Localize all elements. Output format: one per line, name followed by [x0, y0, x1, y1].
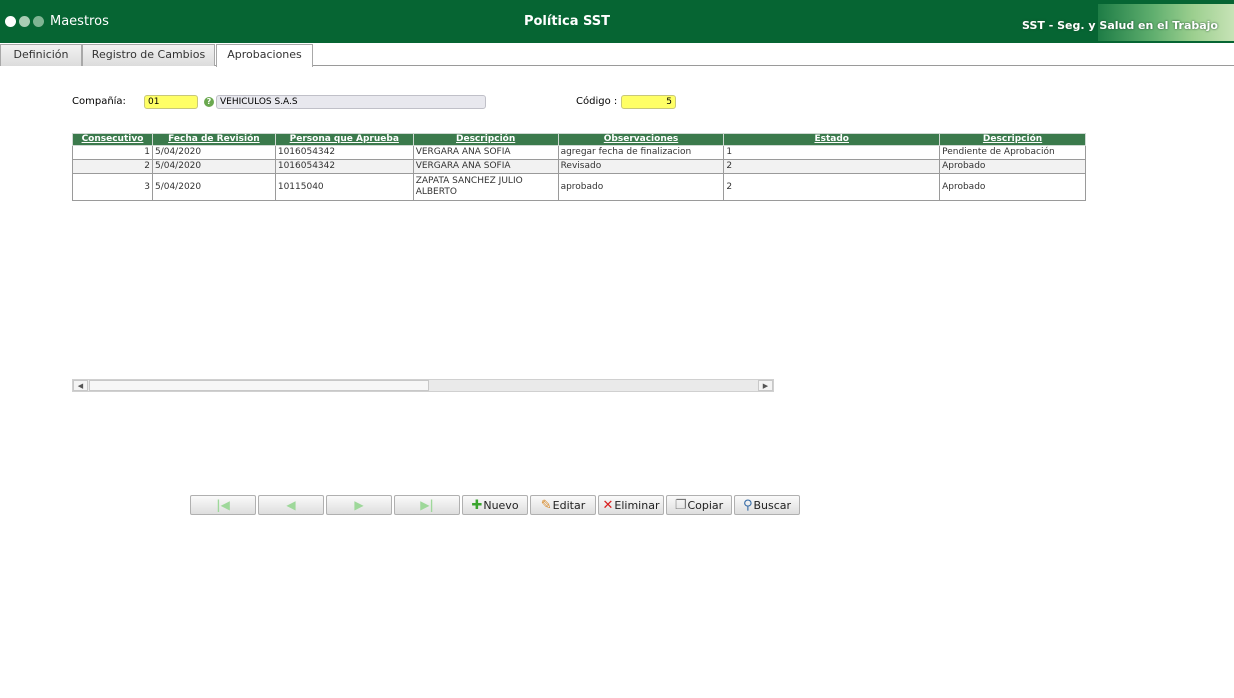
delete-button[interactable]: ✕ Eliminar [598, 495, 664, 515]
tab-definicion[interactable]: Definición [0, 44, 82, 66]
table-row[interactable]: 2 5/04/2020 1016054342 VERGARA ANA SOFIA… [72, 159, 1086, 174]
table-cell: VERGARA ANA SOFIA [412, 159, 559, 174]
new-button-label: Nuevo [483, 498, 519, 512]
table-cell: 10115040 [274, 173, 414, 201]
scroll-right-icon[interactable]: ▶ [758, 380, 773, 391]
new-button[interactable]: ✚ Nuevo [462, 495, 528, 515]
table-cell: agregar fecha de finalizacion [557, 145, 725, 160]
table-cell: Aprobado [939, 159, 1086, 174]
copy-icon: ❐ [674, 497, 687, 513]
table-cell: 3 [72, 173, 153, 201]
table-cell: 5/04/2020 [151, 145, 276, 160]
table-cell: Aprobado [939, 173, 1086, 201]
edit-button-label: Editar [552, 498, 586, 512]
company-name-field: VEHICULOS S.A.S [216, 95, 486, 109]
table-cell: 1016054342 [274, 159, 414, 174]
tab-aprobaciones[interactable]: Aprobaciones [216, 44, 313, 67]
company-label: Compañía: [72, 96, 126, 107]
next-record-icon: ▶ [354, 498, 364, 512]
scroll-left-icon[interactable]: ◀ [73, 380, 88, 391]
table-cell: 1 [723, 145, 941, 160]
table-cell: 5/04/2020 [151, 159, 276, 174]
plus-icon: ✚ [471, 497, 483, 513]
column-header-observaciones[interactable]: Observaciones [557, 133, 725, 146]
tab-bar: Definición Registro de Cambios Aprobacio… [0, 43, 1234, 67]
column-header-descripcion-estado[interactable]: Descripción [939, 133, 1086, 146]
app-header: Maestros Política SST SST - Seg. y Salud… [0, 0, 1234, 43]
table-row[interactable]: 3 5/04/2020 10115040 ZAPATA SANCHEZ JULI… [72, 173, 1086, 201]
code-label: Código : [576, 96, 618, 107]
column-header-estado[interactable]: Estado [723, 133, 941, 146]
scrollbar-thumb[interactable] [89, 380, 429, 391]
column-header-fecha-revision[interactable]: Fecha de Revisión [151, 133, 276, 146]
table-row[interactable]: 1 5/04/2020 1016054342 VERGARA ANA SOFIA… [72, 145, 1086, 160]
table-cell: 2 [72, 159, 153, 174]
delete-x-icon: ✕ [602, 497, 614, 513]
table-cell: 1016054342 [274, 145, 414, 160]
table-header-row: Consecutivo Fecha de Revisión Persona qu… [72, 133, 1086, 146]
table-cell: 5/04/2020 [151, 173, 276, 201]
next-record-button[interactable]: ▶ [326, 495, 392, 515]
code-field[interactable]: 5 [621, 95, 676, 109]
table-cell: Revisado [557, 159, 725, 174]
tab-registro-de-cambios[interactable]: Registro de Cambios [82, 44, 215, 66]
column-header-persona-aprueba[interactable]: Persona que Aprueba [274, 133, 414, 146]
previous-record-icon: ◀ [286, 498, 296, 512]
table-cell: 2 [723, 173, 941, 201]
delete-button-label: Eliminar [614, 498, 660, 512]
table-cell: 1 [72, 145, 153, 160]
copy-button-label: Copiar [687, 498, 724, 512]
approvals-table: Consecutivo Fecha de Revisión Persona qu… [72, 133, 1086, 201]
pencil-icon: ✎ [540, 497, 552, 513]
copy-button[interactable]: ❐ Copiar [666, 495, 732, 515]
table-cell: VERGARA ANA SOFIA [412, 145, 559, 160]
column-header-descripcion[interactable]: Descripción [412, 133, 559, 146]
first-record-button[interactable]: |◀ [190, 495, 256, 515]
previous-record-button[interactable]: ◀ [258, 495, 324, 515]
search-button-label: Buscar [753, 498, 792, 512]
last-record-icon: ▶| [420, 498, 434, 512]
table-cell: ZAPATA SANCHEZ JULIO ALBERTO [412, 173, 559, 201]
edit-button[interactable]: ✎ Editar [530, 495, 596, 515]
table-cell: 2 [723, 159, 941, 174]
page-title: Política SST [523, 14, 611, 29]
last-record-button[interactable]: ▶| [394, 495, 460, 515]
brand-text: SST - Seg. y Salud en el Trabajo [1022, 19, 1218, 32]
help-icon[interactable]: ? [204, 97, 214, 107]
table-cell: aprobado [557, 173, 725, 201]
first-record-icon: |◀ [216, 498, 230, 512]
search-icon: ⚲ [742, 497, 753, 513]
column-header-consecutivo[interactable]: Consecutivo [72, 133, 153, 146]
horizontal-scrollbar[interactable]: ◀ ▶ [72, 379, 774, 392]
company-code-field[interactable]: 01 [144, 95, 198, 109]
table-cell: Pendiente de Aprobación [939, 145, 1086, 160]
search-button[interactable]: ⚲ Buscar [734, 495, 800, 515]
